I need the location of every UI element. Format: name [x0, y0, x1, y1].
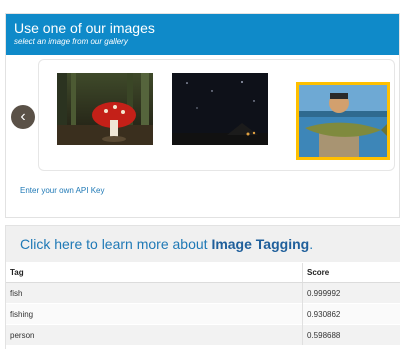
tag-cell: person [6, 324, 303, 345]
learn-more-link[interactable]: Click here to learn more about Image Tag… [20, 236, 313, 252]
table-row: person 0.598688 [6, 324, 400, 345]
gallery-image-fishing[interactable] [296, 82, 390, 160]
score-cell: 0.930862 [302, 303, 400, 325]
gallery-title: Use one of our images [14, 20, 155, 36]
gallery-subtitle: select an image from our gallery [14, 37, 128, 46]
learn-more-highlight: Image Tagging [211, 236, 310, 252]
gallery-image-mushroom[interactable] [57, 73, 153, 145]
tag-cell: fish [6, 282, 303, 304]
table-header-row: Tag Score [6, 263, 400, 283]
gallery-header: Use one of our images select an image fr… [6, 14, 399, 55]
night-sky-image [172, 73, 268, 145]
tag-score-table: Tag Score fish 0.999992 fishing 0.930862… [6, 263, 400, 345]
score-cell: 0.598688 [302, 324, 400, 345]
fishing-image [299, 85, 387, 157]
learn-more-bar: Click here to learn more about Image Tag… [6, 226, 400, 262]
score-cell: 0.999992 [302, 282, 400, 304]
previous-button[interactable]: ‹ [11, 105, 35, 129]
learn-more-prefix: Click here to learn more about [20, 236, 212, 252]
tag-cell: fishing [6, 303, 303, 325]
score-column-header: Score [302, 263, 400, 283]
tagging-panel: Click here to learn more about Image Tag… [5, 225, 400, 349]
table-row: fish 0.999992 [6, 282, 400, 304]
mushroom-image [57, 73, 153, 145]
chevron-left-icon: ‹ [20, 108, 26, 125]
tag-column-header: Tag [6, 263, 303, 283]
gallery-image-night-sky[interactable] [172, 73, 268, 145]
table-row: fishing 0.930862 [6, 303, 400, 325]
api-key-link[interactable]: Enter your own API Key [20, 186, 105, 196]
learn-more-suffix: . [309, 236, 314, 252]
